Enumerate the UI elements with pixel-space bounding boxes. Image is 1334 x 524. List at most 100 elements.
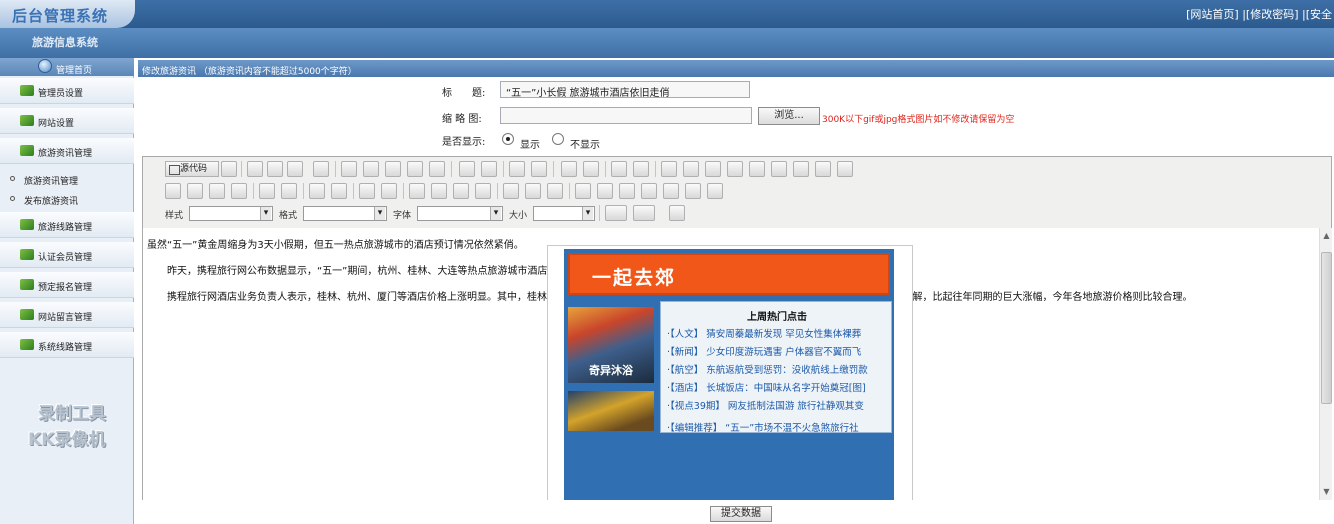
browse-button[interactable]: 浏览... xyxy=(758,107,820,125)
paste-text-icon[interactable] xyxy=(407,161,423,177)
special-char-icon[interactable] xyxy=(685,183,701,199)
align-center-icon[interactable] xyxy=(431,183,447,199)
sidebar-item-news[interactable]: 旅游资讯管理 xyxy=(0,138,134,164)
undo-icon[interactable] xyxy=(509,161,525,177)
paste-icon[interactable] xyxy=(385,161,401,177)
print-preview-icon[interactable] xyxy=(287,161,303,177)
sidebar-item-admin[interactable]: 管理员设置 xyxy=(0,78,134,104)
smiley-icon[interactable] xyxy=(663,183,679,199)
align-left-icon[interactable] xyxy=(409,183,425,199)
embed-photo-2 xyxy=(568,391,654,431)
source-button[interactable]: 源代码 xyxy=(165,161,219,177)
bg-color-icon[interactable] xyxy=(633,205,655,221)
unordered-list-icon[interactable] xyxy=(331,183,347,199)
sub-bar: 旅游信息系统 xyxy=(0,28,1334,58)
ordered-list-icon[interactable] xyxy=(309,183,325,199)
scroll-thumb[interactable] xyxy=(1321,252,1332,404)
show-no-label: 不显示 xyxy=(570,140,600,151)
size-select[interactable] xyxy=(533,206,595,221)
superscript-icon[interactable] xyxy=(281,183,297,199)
radio-icon[interactable] xyxy=(705,161,721,177)
horizontal-rule-icon[interactable] xyxy=(641,183,657,199)
italic-icon[interactable] xyxy=(187,183,203,199)
sidebar-subitem-news-manage[interactable]: 旅游资讯管理 xyxy=(0,170,134,188)
select-field-icon[interactable] xyxy=(771,161,787,177)
leaf-icon xyxy=(20,115,34,126)
sidebar-item-label: 旅游线路管理 xyxy=(38,223,93,233)
bold-icon[interactable] xyxy=(165,183,181,199)
remove-format-icon[interactable] xyxy=(633,161,649,177)
sidebar-subitem-news-publish[interactable]: 发布旅游资讯 xyxy=(0,190,134,208)
sidebar-item-system-routes[interactable]: 系统线路管理 xyxy=(0,332,134,358)
editor-scrollbar[interactable]: ▲ ▼ xyxy=(1319,228,1332,500)
editor-content[interactable]: 虽然“五一”黄金周缩身为3天小假期，但五一热点旅游城市的酒店预订情况依然紧俏。 … xyxy=(143,228,1319,500)
button-field-icon[interactable] xyxy=(793,161,809,177)
style-select[interactable] xyxy=(189,206,273,221)
replace-icon[interactable] xyxy=(583,161,599,177)
toolbar-separator xyxy=(569,183,570,199)
templates-icon[interactable] xyxy=(313,161,329,177)
redo-icon[interactable] xyxy=(531,161,547,177)
hidden-field-icon[interactable] xyxy=(837,161,853,177)
toolbar-separator xyxy=(605,161,606,177)
copy-icon[interactable] xyxy=(363,161,379,177)
toolbar-separator xyxy=(241,161,242,177)
sidebar-item-members[interactable]: 认证会员管理 xyxy=(0,242,134,268)
link-icon[interactable] xyxy=(503,183,519,199)
sidebar-home[interactable]: 管理首页 xyxy=(0,58,134,76)
show-yes-radio[interactable] xyxy=(502,133,514,145)
scroll-up-icon[interactable]: ▲ xyxy=(1321,230,1332,242)
leaf-icon xyxy=(20,309,34,320)
textfield-icon[interactable] xyxy=(727,161,743,177)
text-color-icon[interactable] xyxy=(605,205,627,221)
watermark-line1: 录制工具 xyxy=(38,404,106,424)
indent-icon[interactable] xyxy=(381,183,397,199)
flash-icon[interactable] xyxy=(597,183,613,199)
table-icon[interactable] xyxy=(619,183,635,199)
sidebar-item-label: 管理员设置 xyxy=(38,89,84,99)
embed-banner: 一起去郊 xyxy=(568,253,890,295)
unlink-icon[interactable] xyxy=(525,183,541,199)
hot-item: ·【航空】 东航返航受到惩罚：没收航线上缴罚款 xyxy=(667,365,868,376)
subscript-icon[interactable] xyxy=(259,183,275,199)
show-no-radio[interactable] xyxy=(552,133,564,145)
sidebar-item-routes[interactable]: 旅游线路管理 xyxy=(0,212,134,238)
strike-icon[interactable] xyxy=(231,183,247,199)
textarea-icon[interactable] xyxy=(749,161,765,177)
save-icon[interactable] xyxy=(247,161,263,177)
checkbox-icon[interactable] xyxy=(683,161,699,177)
sidebar-item-label: 网站留言管理 xyxy=(38,313,93,323)
embed-photo: 奇异沐浴 xyxy=(568,307,654,383)
image-button-icon[interactable] xyxy=(815,161,831,177)
image-icon[interactable] xyxy=(575,183,591,199)
paste-word-icon[interactable] xyxy=(429,161,445,177)
anchor-icon[interactable] xyxy=(547,183,563,199)
cut-icon[interactable] xyxy=(341,161,357,177)
sidebar-item-site-settings[interactable]: 网站设置 xyxy=(0,108,134,134)
sidebar-item-messages[interactable]: 网站留言管理 xyxy=(0,302,134,328)
new-page-icon[interactable] xyxy=(267,161,283,177)
page-break-icon[interactable] xyxy=(707,183,723,199)
maximize-icon[interactable] xyxy=(669,205,685,221)
preview-icon[interactable] xyxy=(221,161,237,177)
title-input[interactable]: “五一”小长假 旅游城市酒店依旧走俏 xyxy=(500,81,750,99)
submit-button[interactable]: 提交数据 xyxy=(710,506,772,522)
scroll-down-icon[interactable]: ▼ xyxy=(1321,486,1332,498)
sidebar-item-bookings[interactable]: 预定报名管理 xyxy=(0,272,134,298)
toolbar-separator xyxy=(553,161,554,177)
select-all-icon[interactable] xyxy=(611,161,627,177)
underline-icon[interactable] xyxy=(209,183,225,199)
find-icon[interactable] xyxy=(561,161,577,177)
hot-item: ·【人文】 猜安周蓁最新发现 罕见女性集体裸葬 xyxy=(667,329,862,340)
thumbnail-input[interactable] xyxy=(500,107,752,124)
sidebar-item-label: 预定报名管理 xyxy=(38,283,93,293)
form-icon[interactable] xyxy=(661,161,677,177)
align-right-icon[interactable] xyxy=(453,183,469,199)
format-select[interactable] xyxy=(303,206,387,221)
outdent-icon[interactable] xyxy=(359,183,375,199)
spellcheck-icon[interactable] xyxy=(481,161,497,177)
align-justify-icon[interactable] xyxy=(475,183,491,199)
print-icon[interactable] xyxy=(459,161,475,177)
font-select[interactable] xyxy=(417,206,503,221)
top-links[interactable]: [网站首页] |[修改密码] |[安全 xyxy=(1186,6,1332,22)
